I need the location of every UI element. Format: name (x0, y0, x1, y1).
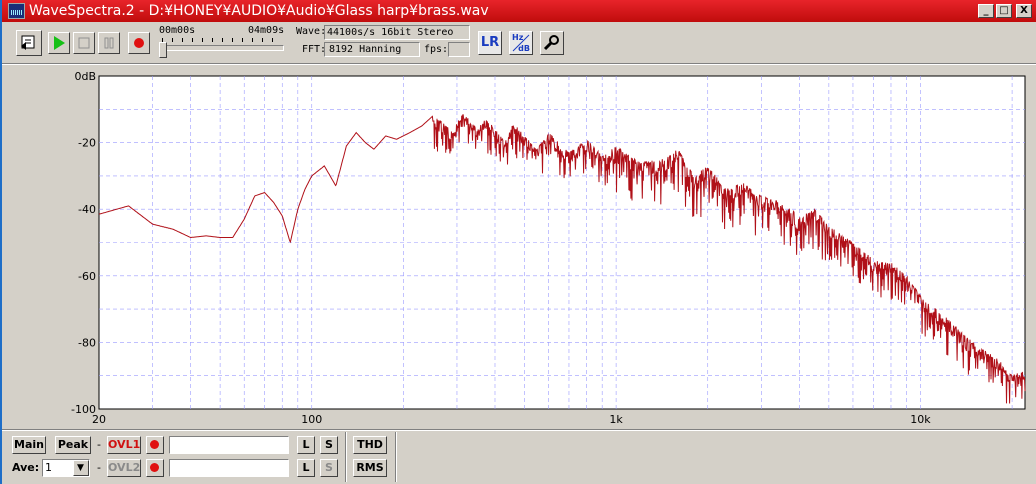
x-tick-label: 20 (92, 413, 106, 426)
lr-channel-button[interactable]: LR (478, 31, 502, 55)
position-ticks (162, 38, 282, 42)
ave-select[interactable]: 1 ▼ (42, 459, 90, 477)
x-tick-label: 1k (609, 413, 623, 426)
ovl2-s-button[interactable]: S (320, 459, 338, 477)
bottom-divider-2 (395, 432, 397, 482)
scale-settings-button[interactable]: Hz dB (509, 31, 533, 55)
fft-info: 8192 Hanning (324, 42, 420, 57)
ovl1-s-button[interactable]: S (320, 436, 338, 454)
close-button[interactable]: X (1016, 4, 1032, 18)
record-icon (150, 440, 159, 449)
y-tick-label: -60 (78, 270, 96, 283)
y-tick-label: 0dB (74, 70, 96, 83)
wave-label: Wave: (296, 26, 327, 37)
maximize-button[interactable]: □ (996, 4, 1012, 18)
chevron-down-icon: ▼ (77, 463, 84, 473)
record-icon (134, 38, 144, 48)
window-title: WaveSpectra.2 - D:¥HONEY¥AUDIO¥Audio¥Gla… (29, 3, 489, 19)
ovl2-name-input[interactable] (169, 459, 289, 477)
pause-button[interactable] (98, 32, 120, 54)
x-tick-label: 100 (301, 413, 322, 426)
record-button[interactable] (128, 32, 150, 54)
fft-label: FFT: (302, 44, 327, 55)
time-start-label: 00m00s (159, 25, 196, 36)
ovl1-record-button[interactable] (146, 436, 164, 454)
time-end-label: 04m09s (248, 25, 285, 36)
panel-separator (2, 429, 1036, 431)
y-tick-label: -40 (78, 203, 96, 216)
ave-value: 1 (45, 461, 52, 474)
ovl2-record-button[interactable] (146, 459, 164, 477)
rms-button[interactable]: RMS (353, 459, 387, 477)
position-slider-thumb[interactable] (159, 42, 167, 58)
ave-dropdown-button[interactable]: ▼ (73, 460, 89, 476)
ave-label: Ave: (12, 461, 40, 474)
ovl1-button[interactable]: OVL1 (107, 436, 141, 454)
spectrum-panel: 0dB -20 -40 -60 -80 -100 20 100 1k 10k (9, 70, 1033, 430)
position-track[interactable] (162, 45, 284, 51)
settings-button[interactable] (540, 31, 564, 55)
ovl2-l-button[interactable]: L (297, 459, 315, 477)
play-icon (54, 36, 65, 50)
ovl2-button[interactable]: OVL2 (107, 459, 141, 477)
play-button[interactable] (48, 32, 70, 54)
hz-db-icon (512, 34, 530, 52)
minimize-button[interactable]: _ (978, 4, 994, 18)
record-icon (150, 463, 159, 472)
lr-channel-icon: LR (480, 35, 500, 50)
y-tick-label: -80 (78, 336, 96, 349)
stop-button[interactable] (73, 32, 95, 54)
peak-button[interactable]: Peak (55, 436, 91, 454)
fps-value (448, 42, 470, 57)
fps-label: fps: (424, 44, 449, 55)
open-file-icon (21, 35, 35, 50)
toolbar-separator (2, 63, 1036, 65)
pause-icon (104, 37, 114, 49)
y-tick-label: -20 (78, 137, 96, 150)
open-file-button[interactable] (16, 30, 42, 56)
thd-button[interactable]: THD (353, 436, 387, 454)
ovl1-l-button[interactable]: L (297, 436, 315, 454)
spectrum-chart[interactable]: 0dB-20-40-60-80-10020 100 1k 10k (9, 70, 1033, 430)
ovl1-name-input[interactable] (169, 436, 289, 454)
bottom-divider (345, 432, 347, 482)
stop-icon (78, 37, 90, 49)
wave-info: 44100s/s 16bit Stereo (324, 25, 470, 40)
ovl2-dash: - (97, 461, 101, 474)
title-bar[interactable]: WaveSpectra.2 - D:¥HONEY¥AUDIO¥Audio¥Gla… (2, 0, 1036, 22)
ovl1-dash: - (97, 438, 101, 451)
app-icon[interactable] (8, 3, 25, 19)
main-button[interactable]: Main (12, 436, 46, 454)
app-window: WaveSpectra.2 - D:¥HONEY¥AUDIO¥Audio¥Gla… (2, 0, 1036, 484)
wrench-icon (543, 35, 559, 51)
x-tick-label: 10k (910, 413, 931, 426)
